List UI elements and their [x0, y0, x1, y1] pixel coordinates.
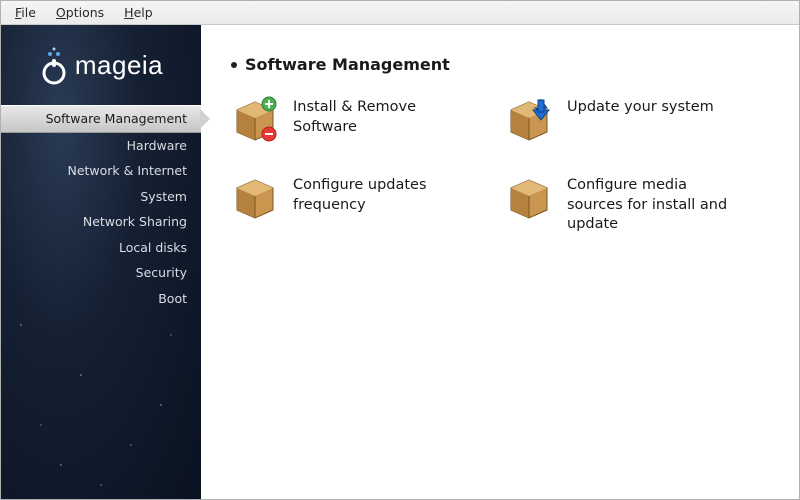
action-label: Configure media sources for install and … [567, 172, 747, 235]
bullet-icon [231, 62, 237, 68]
sidebar-item-security[interactable]: Security [1, 260, 201, 286]
package-icon [505, 172, 553, 220]
sidebar-nav: Software Management Hardware Network & I… [1, 105, 201, 311]
menu-help[interactable]: Help [116, 3, 161, 22]
control-center-window: File Options Help mageia Software Manage… [0, 0, 800, 500]
action-install-remove-software[interactable]: Install & Remove Software [231, 94, 495, 142]
package-update-icon [505, 94, 553, 142]
page-title-row: Software Management [231, 55, 769, 74]
sidebar-item-local-disks[interactable]: Local disks [1, 235, 201, 261]
action-label: Install & Remove Software [293, 94, 473, 137]
sidebar-item-network-sharing[interactable]: Network Sharing [1, 209, 201, 235]
sidebar-item-label: Boot [158, 291, 187, 306]
sidebar-item-label: Software Management [46, 111, 187, 126]
package-icon [231, 172, 279, 220]
menu-help-label: elp [134, 5, 153, 20]
sidebar-item-network-internet[interactable]: Network & Internet [1, 158, 201, 184]
sidebar-item-label: System [140, 189, 187, 204]
sidebar-item-label: Network Sharing [83, 214, 187, 229]
sidebar-item-boot[interactable]: Boot [1, 286, 201, 312]
package-install-remove-icon [231, 94, 279, 142]
sidebar-item-label: Hardware [127, 138, 187, 153]
sidebar-item-hardware[interactable]: Hardware [1, 133, 201, 159]
sidebar-item-software-management[interactable]: Software Management [1, 105, 201, 133]
action-configure-updates-frequency[interactable]: Configure updates frequency [231, 172, 495, 235]
content-pane: Software Management Install & Remove So [201, 25, 799, 499]
brand-logo-icon [39, 45, 69, 85]
sidebar-item-system[interactable]: System [1, 184, 201, 210]
action-label: Configure updates frequency [293, 172, 473, 215]
sidebar-item-label: Local disks [119, 240, 187, 255]
actions-grid: Install & Remove Software Update your sy… [231, 94, 769, 235]
sidebar-item-label: Security [136, 265, 187, 280]
action-configure-media-sources[interactable]: Configure media sources for install and … [505, 172, 769, 235]
menu-file-label: ile [21, 5, 36, 20]
menu-file[interactable]: File [7, 3, 44, 22]
menubar: File Options Help [1, 1, 799, 25]
brand-text: mageia [75, 50, 163, 81]
sidebar-item-label: Network & Internet [67, 163, 187, 178]
page-title: Software Management [245, 55, 450, 74]
action-label: Update your system [567, 94, 714, 118]
action-update-system[interactable]: Update your system [505, 94, 769, 142]
brand: mageia [1, 25, 201, 105]
sidebar: mageia Software Management Hardware Netw… [1, 25, 201, 499]
menu-options[interactable]: Options [48, 3, 112, 22]
menu-options-label: ptions [66, 5, 104, 20]
body: mageia Software Management Hardware Netw… [1, 25, 799, 499]
